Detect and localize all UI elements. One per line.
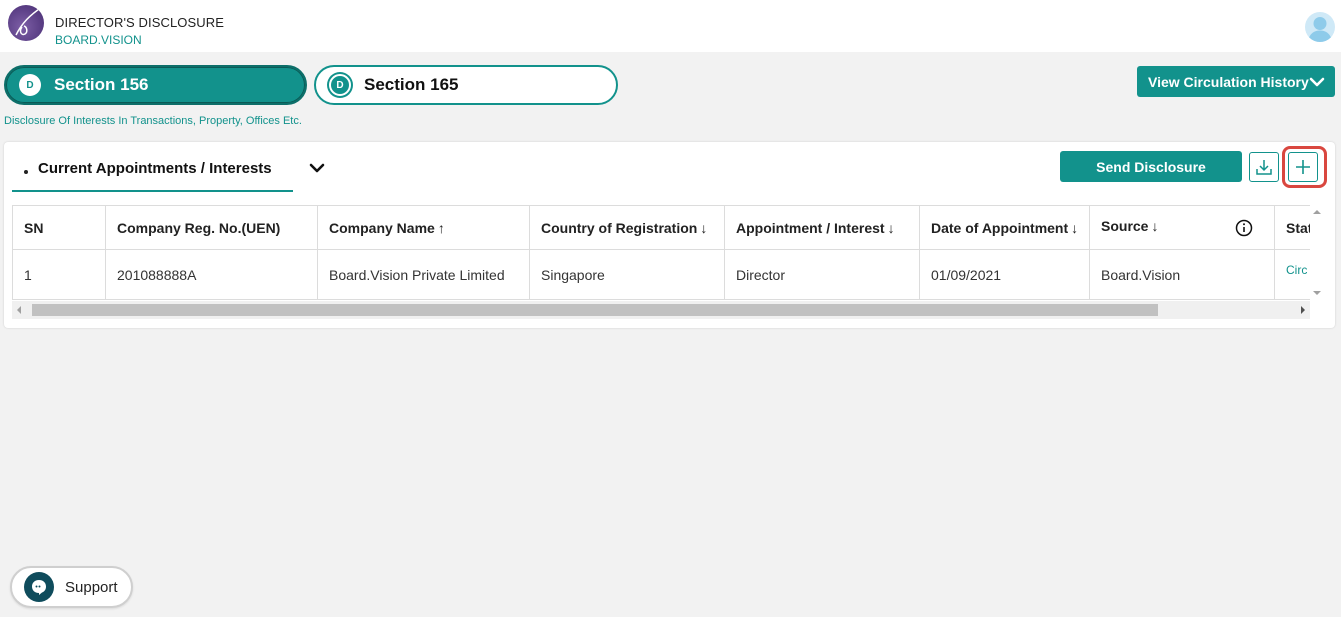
info-icon[interactable] <box>1235 219 1253 237</box>
vertical-scrollbar[interactable] <box>1310 205 1322 301</box>
app-subtitle: BOARD.VISION <box>55 33 142 47</box>
scroll-left-arrow-icon[interactable] <box>17 306 21 314</box>
section-description: Disclosure Of Interests In Transactions,… <box>4 115 302 127</box>
column-header-status[interactable]: Stat <box>1274 205 1310 250</box>
column-header-uen[interactable]: Company Reg. No.(UEN) <box>105 205 318 250</box>
appointments-table-wrap: SN Company Reg. No.(UEN) Company Name ↑ C… <box>12 205 1310 301</box>
top-bar: DIRECTOR'S DISCLOSURE BOARD.VISION <box>0 0 1341 52</box>
user-avatar-icon[interactable] <box>1305 12 1335 42</box>
section-label: Section 156 <box>54 75 149 94</box>
column-header-source[interactable]: Source ↓ <box>1089 205 1275 250</box>
sort-down-icon[interactable]: ↓ <box>1151 218 1158 234</box>
column-header-country[interactable]: Country of Registration ↓ <box>529 205 725 250</box>
scroll-right-arrow-icon[interactable] <box>1301 306 1305 314</box>
sort-down-icon[interactable]: ↓ <box>888 220 895 236</box>
board-vision-logo <box>8 5 44 41</box>
tab-section-165[interactable]: D Section 165 <box>314 65 618 105</box>
section-label: Section 165 <box>364 75 459 94</box>
table-header-row: SN Company Reg. No.(UEN) Company Name ↑ C… <box>12 205 1310 250</box>
bullet-dot <box>24 170 28 174</box>
tab-section-156[interactable]: D Section 156 <box>4 65 307 105</box>
column-header-date[interactable]: Date of Appointment ↓ <box>919 205 1090 250</box>
cell-appointment: Director <box>724 249 920 300</box>
section-badge: D <box>329 74 351 96</box>
support-button[interactable]: Support <box>10 566 133 608</box>
column-header-sn[interactable]: SN <box>12 205 106 250</box>
add-button[interactable] <box>1288 152 1318 182</box>
sort-down-icon[interactable]: ↓ <box>700 220 707 236</box>
cell-sn: 1 <box>12 249 106 300</box>
horizontal-scrollbar[interactable] <box>12 301 1310 319</box>
table-row[interactable]: 1 201088888A Board.Vision Private Limite… <box>12 249 1310 300</box>
appointments-table: SN Company Reg. No.(UEN) Company Name ↑ C… <box>12 205 1310 300</box>
scroll-down-arrow-icon[interactable] <box>1313 291 1321 295</box>
appointments-card: Current Appointments / Interests Send Di… <box>4 142 1335 328</box>
column-header-company-name[interactable]: Company Name ↑ <box>317 205 530 250</box>
download-icon <box>1256 160 1272 175</box>
download-button[interactable] <box>1249 152 1279 182</box>
cell-uen: 201088888A <box>105 249 318 300</box>
cell-status[interactable]: Circ <box>1274 249 1310 300</box>
cell-source: Board.Vision <box>1089 249 1275 300</box>
chevron-down-icon[interactable] <box>309 162 325 174</box>
app-title: DIRECTOR'S DISCLOSURE <box>55 15 225 30</box>
plus-icon <box>1296 160 1310 174</box>
circulation-button-label: View Circulation History <box>1148 73 1309 90</box>
section-badge: D <box>19 74 41 96</box>
chevron-down-icon <box>1309 77 1325 87</box>
scrollbar-thumb[interactable] <box>32 304 1158 316</box>
cell-country: Singapore <box>529 249 725 300</box>
support-label: Support <box>65 578 118 596</box>
cell-company-name: Board.Vision Private Limited <box>317 249 530 300</box>
view-circulation-history-button[interactable]: View Circulation History <box>1137 66 1335 97</box>
cell-date: 01/09/2021 <box>919 249 1090 300</box>
sort-down-icon[interactable]: ↓ <box>1071 220 1078 236</box>
column-header-appointment[interactable]: Appointment / Interest ↓ <box>724 205 920 250</box>
tab-current-appointments[interactable]: Current Appointments / Interests <box>12 152 293 192</box>
tab-label: Current Appointments / Interests <box>38 160 272 177</box>
sort-up-icon[interactable]: ↑ <box>438 220 445 236</box>
send-disclosure-button[interactable]: Send Disclosure <box>1060 151 1242 182</box>
scroll-up-arrow-icon[interactable] <box>1313 210 1321 214</box>
chat-icon <box>24 572 54 602</box>
